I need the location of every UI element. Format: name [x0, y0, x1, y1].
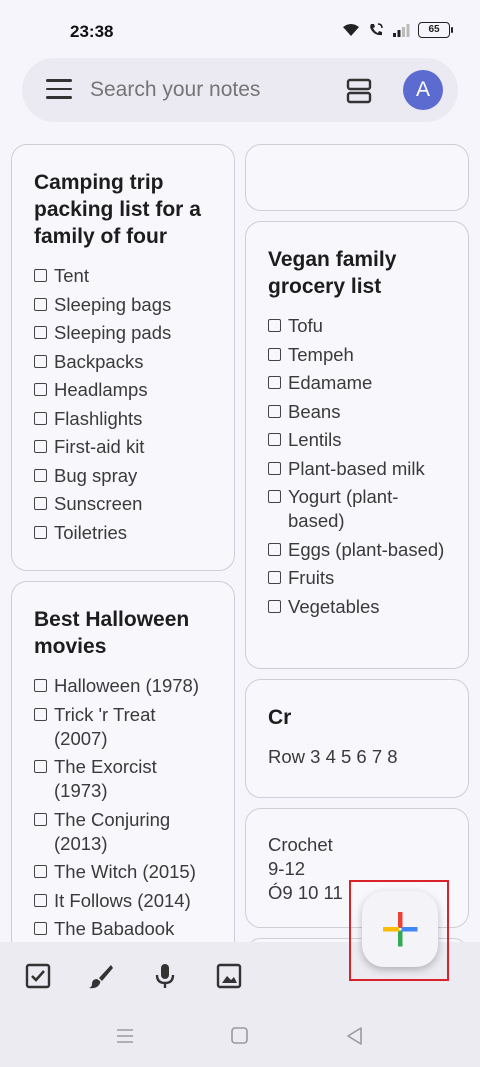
checkbox[interactable] — [34, 326, 47, 339]
checkbox[interactable] — [268, 542, 281, 556]
checkbox[interactable] — [34, 468, 47, 482]
list-item: The Conjuring (2013) — [34, 808, 214, 856]
checkbox[interactable] — [34, 893, 47, 907]
note-body: Row 3 4 5 6 7 8 — [268, 746, 398, 767]
signal-icon — [392, 23, 410, 37]
status-time: 23:38 — [70, 22, 114, 41]
wifi-call-icon — [368, 22, 384, 38]
search-input[interactable] — [90, 72, 330, 108]
checkbox[interactable] — [34, 354, 47, 368]
status-bar: 23:38 65 — [0, 0, 480, 60]
note-line: Crochet — [268, 834, 333, 855]
note-title: Camping trip packing list for a family o… — [34, 171, 201, 248]
list-item: Vegetables — [268, 595, 448, 619]
checkbox[interactable] — [34, 679, 47, 692]
plus-icon — [383, 912, 418, 947]
note-halloween[interactable]: Best Halloween movies Halloween (1978) T… — [11, 581, 235, 981]
list-item: Sleeping pads — [34, 321, 214, 345]
menu-icon[interactable] — [46, 79, 72, 101]
battery-icon: 65 — [418, 22, 453, 38]
checkbox-icon[interactable] — [24, 962, 54, 992]
list-item: Tempeh — [268, 343, 448, 367]
brush-icon[interactable] — [87, 962, 117, 992]
list-item: First-aid kit — [34, 435, 214, 459]
image-icon[interactable] — [215, 962, 245, 992]
list-item: Tofu — [268, 314, 448, 338]
list-item: Yogurt (plant-based) — [268, 485, 448, 533]
checkbox[interactable] — [34, 707, 47, 721]
list-item: The Exorcist (1973) — [34, 755, 214, 803]
checkbox[interactable] — [268, 433, 281, 446]
checkbox[interactable] — [268, 404, 281, 418]
checkbox[interactable] — [268, 599, 281, 613]
microphone-icon[interactable] — [151, 962, 181, 992]
search-bar: A — [22, 58, 458, 122]
checkbox[interactable] — [34, 440, 47, 453]
list-item: Beans — [268, 400, 448, 424]
checkbox[interactable] — [34, 383, 47, 396]
checkbox[interactable] — [268, 319, 281, 332]
list-view-icon[interactable] — [346, 78, 372, 104]
list-item: Flashlights — [34, 407, 214, 431]
list-item: Lentils — [268, 428, 448, 452]
list-item: Halloween (1978) — [34, 674, 214, 698]
note-camping[interactable]: Camping trip packing list for a family o… — [11, 144, 235, 571]
nav-home-icon[interactable] — [229, 1025, 251, 1047]
checkbox[interactable] — [268, 461, 281, 475]
nav-recents-icon[interactable] — [114, 1025, 136, 1047]
list-item: Bug spray — [34, 464, 214, 488]
list-item: The Babadook — [34, 917, 214, 941]
list-item: Trick 'r Treat (2007) — [34, 703, 214, 751]
note-title: Best Halloween movies — [34, 608, 190, 658]
checkbox[interactable] — [34, 760, 47, 773]
checkbox[interactable] — [34, 812, 47, 826]
wifi-icon — [342, 23, 360, 37]
nav-back-icon[interactable] — [344, 1025, 366, 1047]
list-item: Tent — [34, 264, 214, 288]
checkbox[interactable] — [268, 376, 281, 389]
list-item: It Follows (2014) — [34, 889, 214, 913]
avatar[interactable]: A — [403, 70, 443, 110]
checkbox[interactable] — [34, 411, 47, 425]
note-title: Vegan family grocery list — [268, 248, 397, 298]
checkbox[interactable] — [34, 525, 47, 539]
list-item: Sleeping bags — [34, 293, 214, 317]
status-icons: 65 — [342, 22, 453, 38]
checkbox[interactable] — [268, 571, 281, 584]
note-title: Cr — [268, 706, 292, 729]
note-cr[interactable]: Cr Row 3 4 5 6 7 8 — [245, 679, 469, 798]
list-item: Toiletries — [34, 521, 214, 545]
list-item: The Witch (2015) — [34, 860, 214, 884]
list-item: Sunscreen — [34, 492, 214, 516]
list-item: Edamame — [268, 371, 448, 395]
list-item: Headlamps — [34, 378, 214, 402]
checkbox[interactable] — [268, 490, 281, 503]
checkbox[interactable] — [34, 922, 47, 935]
checkbox[interactable] — [34, 865, 47, 878]
checkbox[interactable] — [34, 497, 47, 510]
list-item: Eggs (plant-based) — [268, 538, 448, 562]
new-note-button[interactable] — [362, 891, 438, 967]
note-line: 9-12 — [268, 858, 306, 879]
note-vegan[interactable]: Vegan family grocery list Tofu Tempeh Ed… — [245, 221, 469, 669]
list-item: Backpacks — [34, 350, 214, 374]
list-item: Fruits — [268, 566, 448, 590]
checkbox[interactable] — [268, 347, 281, 361]
checkbox[interactable] — [34, 269, 47, 282]
checkbox[interactable] — [34, 297, 47, 311]
list-item: Plant-based milk — [268, 457, 448, 481]
note-empty[interactable] — [245, 144, 469, 211]
